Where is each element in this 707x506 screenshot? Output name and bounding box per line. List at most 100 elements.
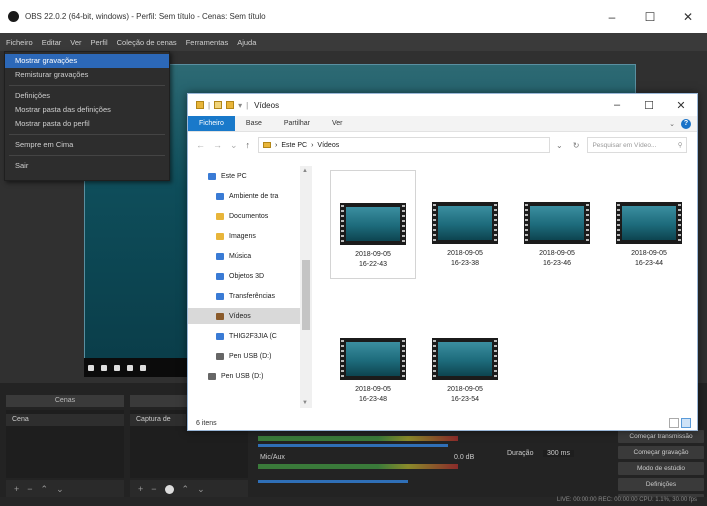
folder-icon <box>216 192 224 200</box>
chevron-down-icon[interactable]: ▾ <box>238 101 242 110</box>
remove-icon[interactable]: − <box>27 484 32 494</box>
up-icon[interactable]: ⌃ <box>182 484 190 495</box>
menu-exit[interactable]: Sair <box>5 159 169 173</box>
add-icon[interactable]: + <box>138 484 143 494</box>
breadcrumb-this-pc[interactable]: Este PC <box>281 142 307 149</box>
nav-item[interactable]: Pen USB (D:) <box>188 348 300 364</box>
file-explorer-window: | ▾ | Vídeos – ☐ ✕ Ficheiro Base Partilh… <box>187 93 698 431</box>
duration-label: Duração <box>507 450 534 457</box>
menu-always-on-top[interactable]: Sempre em Cima <box>5 138 169 152</box>
mic-aux-slider[interactable] <box>258 480 408 483</box>
file-name-time: 16-23-54 <box>450 396 480 403</box>
nav-item[interactable]: THIG2F3JIA (C <box>188 328 300 344</box>
obs-window-controls: – ☐ ✕ <box>593 0 707 33</box>
down-icon[interactable]: ⌄ <box>197 484 205 495</box>
nav-item[interactable]: Pen USB (D:) <box>188 368 300 384</box>
scroll-down-icon[interactable]: ▼ <box>302 400 308 406</box>
ribbon-right-controls: ⌄ ? <box>669 116 697 131</box>
explorer-close-button[interactable]: ✕ <box>665 94 697 116</box>
explorer-maximize-button[interactable]: ☐ <box>633 94 665 116</box>
large-icons-view-icon[interactable] <box>681 418 691 428</box>
tab-view[interactable]: Ver <box>321 116 354 131</box>
nav-item-label: THIG2F3JIA (C <box>229 332 277 340</box>
menu-view[interactable]: Ver <box>70 38 81 47</box>
breadcrumb-videos[interactable]: Vídeos <box>317 142 339 149</box>
video-file-tile[interactable]: 2018-09-05 16-23-54 <box>422 306 508 413</box>
file-menu-dropdown: Mostrar gravações Remisturar gravações D… <box>4 51 170 181</box>
nav-item[interactable]: Música <box>188 248 300 264</box>
scene-item[interactable]: Cena <box>6 414 124 426</box>
video-file-tile[interactable]: 2018-09-05 16-23-48 <box>330 306 416 413</box>
source-item[interactable]: Captura de <box>130 414 186 426</box>
video-file-tile[interactable]: 2018-09-05 16-23-38 <box>422 170 508 277</box>
video-file-tile[interactable]: 2018-09-05 16-22-43 <box>330 170 416 279</box>
video-thumbnail-icon <box>340 203 406 245</box>
nav-item[interactable]: Transferências <box>188 288 300 304</box>
video-thumbnail-icon <box>340 338 406 380</box>
start-recording-button[interactable]: Começar gravação <box>618 446 704 459</box>
address-dropdown-icon[interactable]: ⌄ <box>556 141 563 150</box>
remove-icon[interactable]: − <box>151 484 156 494</box>
settings-button[interactable]: Definições <box>618 478 704 491</box>
video-thumbnail-icon <box>616 202 682 244</box>
properties-icon[interactable] <box>214 101 223 109</box>
recent-chevron-icon[interactable]: ⌄ <box>230 140 238 151</box>
refresh-icon[interactable]: ↻ <box>573 141 580 150</box>
start-streaming-button[interactable]: Começar transmissão <box>618 430 704 443</box>
tab-share[interactable]: Partilhar <box>273 116 321 131</box>
menu-separator <box>9 85 165 86</box>
address-bar[interactable]: › Este PC › Vídeos <box>258 137 551 153</box>
taskbar-icon <box>127 364 133 371</box>
back-arrow-icon[interactable]: ← <box>196 140 205 150</box>
menu-tools[interactable]: Ferramentas <box>186 38 229 47</box>
minimize-button[interactable]: – <box>593 0 631 33</box>
obs-titlebar: OBS 22.0.2 (64-bit, windows) - Perfil: S… <box>0 0 707 33</box>
nav-item[interactable]: Imagens <box>188 228 300 244</box>
expand-ribbon-icon[interactable]: ⌄ <box>669 120 675 128</box>
up-icon[interactable]: ⌃ <box>41 484 49 495</box>
explorer-statusbar: 6 itens <box>188 416 697 430</box>
tab-home[interactable]: Base <box>235 116 273 131</box>
transitions-dock: Duração 300 ms <box>505 430 613 490</box>
duration-input[interactable]: 300 ms <box>543 450 574 457</box>
menu-profile[interactable]: Perfil <box>91 38 108 47</box>
help-icon[interactable]: ? <box>681 118 691 129</box>
desktop-audio-slider[interactable] <box>258 444 448 447</box>
menu-file[interactable]: Ficheiro <box>6 38 33 47</box>
gear-icon[interactable] <box>164 484 174 494</box>
add-icon[interactable]: + <box>14 484 19 494</box>
folder-icon <box>263 142 272 148</box>
navigation-scrollbar[interactable]: ▲ ▼ <box>300 166 312 408</box>
menu-remux-recordings[interactable]: Remisturar gravações <box>5 68 169 82</box>
scrollbar-thumb[interactable] <box>302 260 310 330</box>
video-file-tile[interactable]: 2018-09-05 16-23-46 <box>514 170 600 277</box>
menu-help[interactable]: Ajuda <box>237 38 256 47</box>
new-folder-icon[interactable] <box>226 101 235 109</box>
studio-mode-button[interactable]: Modo de estúdio <box>618 462 704 475</box>
down-icon[interactable]: ⌄ <box>56 484 64 495</box>
forward-arrow-icon[interactable]: → <box>213 140 222 150</box>
maximize-button[interactable]: ☐ <box>631 0 669 33</box>
nav-item[interactable]: Vídeos <box>188 308 300 324</box>
video-file-tile[interactable]: 2018-09-05 16-23-44 <box>606 170 692 277</box>
nav-item[interactable]: Este PC <box>188 168 300 184</box>
explorer-minimize-button[interactable]: – <box>601 94 633 116</box>
tab-file[interactable]: Ficheiro <box>188 116 235 131</box>
menu-show-profile-folder[interactable]: Mostrar pasta do perfil <box>5 117 169 131</box>
menu-edit[interactable]: Editar <box>42 38 62 47</box>
menu-show-recordings[interactable]: Mostrar gravações <box>5 54 169 68</box>
desktop-audio-meter <box>258 436 458 441</box>
search-icon: ⚲ <box>677 142 683 149</box>
nav-item[interactable]: Objetos 3D <box>188 268 300 284</box>
menu-settings[interactable]: Definições <box>5 89 169 103</box>
scroll-up-icon[interactable]: ▲ <box>302 168 308 174</box>
menu-scene-collection[interactable]: Coleção de cenas <box>117 38 177 47</box>
menu-show-settings-folder[interactable]: Mostrar pasta das definições <box>5 103 169 117</box>
search-box[interactable]: Pesquisar em Vídeo... ⚲ <box>587 137 688 153</box>
close-button[interactable]: ✕ <box>669 0 707 33</box>
up-arrow-icon[interactable]: ↑ <box>246 140 251 150</box>
nav-item[interactable]: Documentos <box>188 208 300 224</box>
nav-item[interactable]: Ambiente de tra <box>188 188 300 204</box>
details-view-icon[interactable] <box>669 418 679 428</box>
folder-icon <box>216 312 224 320</box>
